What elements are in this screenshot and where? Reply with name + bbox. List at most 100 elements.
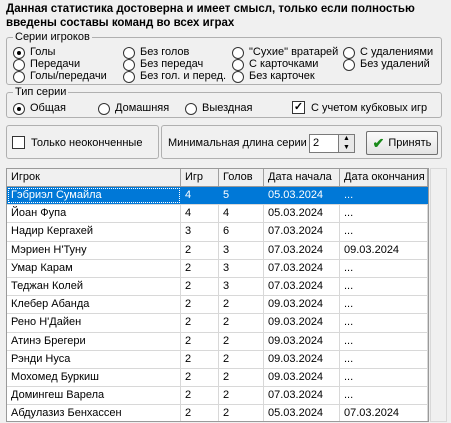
- end-date-cell: ...: [340, 368, 428, 387]
- games-cell: 2: [181, 296, 219, 314]
- start-date-cell: 05.03.2024: [264, 205, 340, 223]
- goals-cell: 3: [219, 241, 264, 259]
- end-date-cell: ...: [340, 187, 428, 205]
- accept-button-label: Принять: [388, 137, 432, 149]
- player-cell: Надир Кергахей: [7, 223, 181, 241]
- min-length-value[interactable]: 2: [310, 135, 338, 152]
- column-header-goals[interactable]: Голов: [219, 169, 264, 186]
- min-length-label: Минимальная длина серии: [168, 137, 307, 149]
- table-row[interactable]: Мохомед Буркиш 2 2 09.03.2024...: [7, 368, 428, 388]
- games-cell: 4: [181, 187, 219, 205]
- radio-dot: [13, 70, 25, 83]
- start-date-cell: 07.03.2024: [264, 223, 340, 241]
- start-date-cell: 09.03.2024: [264, 332, 340, 350]
- player-cell: Умар Карам: [7, 259, 181, 277]
- radio-label: Выездная: [202, 102, 253, 114]
- goals-cell: 2: [219, 332, 264, 350]
- unfinished-only-label: Только неоконченные: [31, 136, 143, 149]
- table-row[interactable]: Йоан Фупа 4 4 05.03.2024...: [7, 205, 428, 224]
- column-header-start-date[interactable]: Дата начала: [264, 169, 340, 186]
- goals-cell: 2: [219, 350, 264, 368]
- end-date-cell: ...: [340, 296, 428, 314]
- radio-dot: [343, 46, 355, 59]
- column-header-end-date[interactable]: Дата окончания: [340, 169, 428, 186]
- games-cell: 2: [181, 405, 219, 421]
- player-cell: Мохомед Буркиш: [7, 368, 181, 387]
- series-group-title: Серии игроков: [13, 30, 92, 44]
- table-row[interactable]: Мэриен Н'Туну 2 3 07.03.2024 09.03.2024: [7, 241, 428, 260]
- radio-dot: [13, 46, 25, 59]
- table-row[interactable]: Умар Карам 2 3 07.03.2024...: [7, 259, 428, 278]
- radio-overall[interactable]: Общая: [13, 102, 66, 115]
- radio-label: Домашняя: [115, 102, 170, 114]
- start-date-cell: 05.03.2024: [264, 187, 340, 205]
- games-cell: 4: [181, 205, 219, 223]
- radio-dot: [123, 70, 135, 83]
- radio-dot: [13, 58, 25, 71]
- column-header-games[interactable]: Игр: [181, 169, 219, 186]
- start-date-cell: 07.03.2024: [264, 277, 340, 296]
- player-cell: Теджан Колей: [7, 277, 181, 296]
- goals-cell: 4: [219, 205, 264, 223]
- table-row[interactable]: Теджан Колей 2 3 07.03.2024...: [7, 277, 428, 297]
- radio-label: Без удалений: [360, 58, 430, 70]
- radio-no-sendoffs[interactable]: Без удалений: [343, 58, 430, 71]
- arrow-up-icon[interactable]: ▲: [339, 135, 354, 144]
- cup-games-label: С учетом кубковых игр: [311, 101, 428, 114]
- games-cell: 3: [181, 223, 219, 241]
- games-cell: 2: [181, 387, 219, 405]
- radio-away[interactable]: Выездная: [185, 102, 253, 115]
- min-length-spinner[interactable]: 2 ▲ ▼: [309, 134, 355, 153]
- radio-goals-assists[interactable]: Голы/передачи: [13, 70, 107, 83]
- end-date-cell: ...: [340, 332, 428, 350]
- table-row[interactable]: Надир Кергахей 3 6 07.03.2024...: [7, 223, 428, 242]
- radio-no-cards[interactable]: Без карточек: [232, 70, 315, 83]
- goals-cell: 2: [219, 368, 264, 387]
- player-cell: Абдулазиз Бенхассен: [7, 405, 181, 421]
- radio-dot: [343, 58, 355, 71]
- accept-button[interactable]: ✔ Принять: [366, 131, 438, 155]
- goals-cell: 5: [219, 187, 264, 205]
- table-row[interactable]: Рено Н'Дайен 2 2 09.03.2024...: [7, 314, 428, 333]
- radio-label: Без гол. и перед.: [140, 70, 227, 82]
- end-date-cell: 07.03.2024: [340, 405, 428, 421]
- table-row[interactable]: Рэнди Нуса 2 2 09.03.2024...: [7, 350, 428, 369]
- table-row[interactable]: Домингеш Варела 2 2 07.03.2024...: [7, 387, 428, 406]
- table-row[interactable]: Абдулазиз Бенхассен 2 2 05.03.2024 07.03.202…: [7, 405, 428, 421]
- table-row[interactable]: Гэбриэл Сумайла 4 5 05.03.2024...: [7, 187, 428, 206]
- radio-home[interactable]: Домашняя: [98, 102, 169, 115]
- player-cell: Йоан Фупа: [7, 205, 181, 223]
- goals-cell: 6: [219, 223, 264, 241]
- goals-cell: 2: [219, 314, 264, 332]
- table-header: Игрок Игр Голов Дата начала Дата окончан…: [7, 169, 428, 187]
- end-date-cell: ...: [340, 314, 428, 332]
- goals-cell: 3: [219, 259, 264, 277]
- player-cell: Атинэ Брегери: [7, 332, 181, 350]
- checkbox-box: [12, 136, 25, 149]
- start-date-cell: 07.03.2024: [264, 259, 340, 277]
- series-type-group-title: Тип серии: [13, 85, 69, 99]
- radio-dot: [123, 46, 135, 59]
- arrow-down-icon[interactable]: ▼: [339, 144, 354, 153]
- column-header-player[interactable]: Игрок: [7, 169, 181, 186]
- player-cell: Рено Н'Дайен: [7, 314, 181, 332]
- start-date-cell: 09.03.2024: [264, 350, 340, 368]
- table-row[interactable]: Клебер Абанда 2 2 09.03.2024...: [7, 296, 428, 315]
- series-table[interactable]: Игрок Игр Голов Дата начала Дата окончан…: [6, 168, 429, 422]
- radio-no-goals-assists[interactable]: Без гол. и перед.: [123, 70, 226, 83]
- radio-dot: [232, 46, 244, 59]
- games-cell: 2: [181, 350, 219, 368]
- cup-games-checkbox[interactable]: ✓ С учетом кубковых игр: [292, 101, 427, 114]
- radio-dot: [232, 70, 244, 83]
- start-date-cell: 09.03.2024: [264, 314, 340, 332]
- table-body: Гэбриэл Сумайла 4 5 05.03.2024... Йоан Фупа 4…: [7, 187, 428, 421]
- unfinished-only-checkbox[interactable]: Только неоконченные: [12, 136, 142, 149]
- radio-dot: [123, 58, 135, 71]
- table-scrollbar[interactable]: [430, 168, 447, 422]
- games-cell: 2: [181, 277, 219, 296]
- spinner-arrows-icon[interactable]: ▲ ▼: [338, 135, 354, 152]
- start-date-cell: 07.03.2024: [264, 387, 340, 405]
- table-row[interactable]: Атинэ Брегери 2 2 09.03.2024...: [7, 332, 428, 351]
- player-cell: Домингеш Варела: [7, 387, 181, 405]
- player-cell: Гэбриэл Сумайла: [7, 187, 181, 205]
